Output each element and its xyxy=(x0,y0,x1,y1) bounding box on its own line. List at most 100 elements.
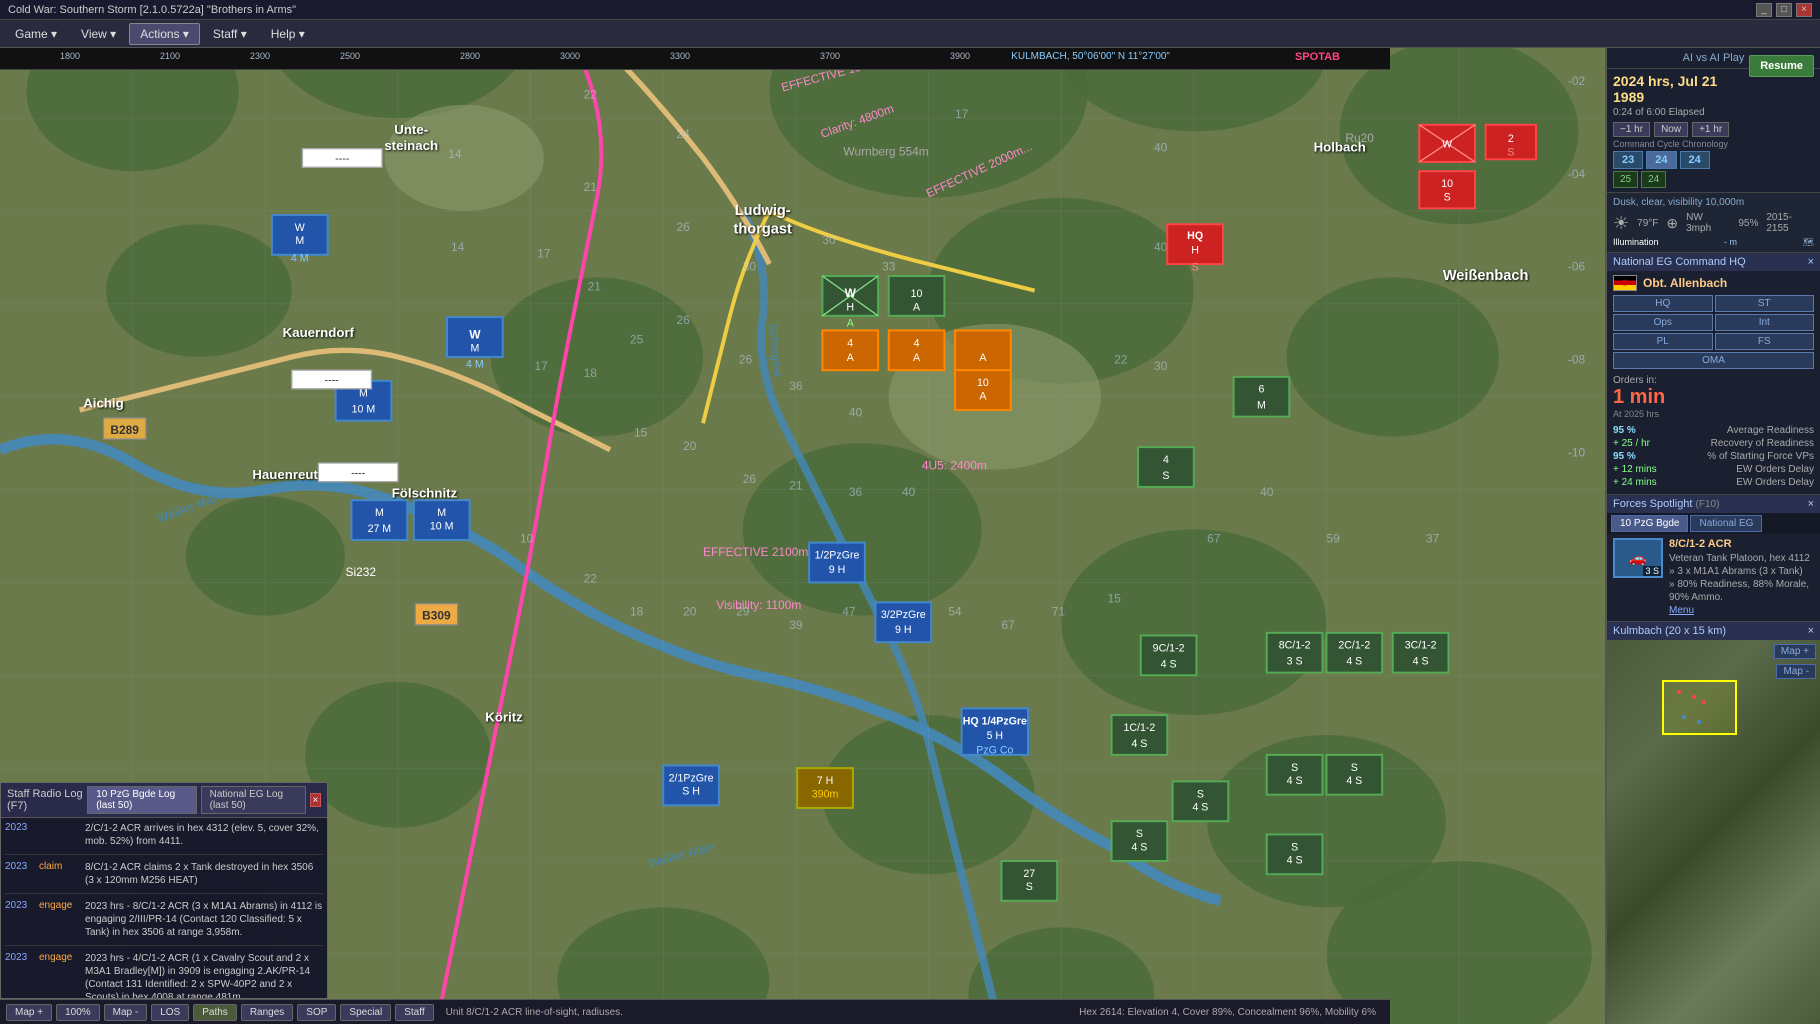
title-bar: Cold War: Southern Storm [2.1.0.5722a] "… xyxy=(0,0,1820,20)
stats-grid: 95 % Average Readiness + 25 / hr Recover… xyxy=(1613,425,1814,488)
zoom-level-button[interactable]: 100% xyxy=(56,1004,100,1021)
svg-text:4U5: 2400m: 4U5: 2400m xyxy=(922,459,987,473)
hq-button[interactable]: HQ xyxy=(1613,295,1713,312)
svg-text:4 S: 4 S xyxy=(1131,738,1147,750)
sun-icon: ☀ xyxy=(1613,213,1629,234)
special-button[interactable]: Special xyxy=(340,1004,391,1021)
svg-text:37: 37 xyxy=(1426,532,1440,546)
cmd-hq-title: National EG Command HQ × xyxy=(1607,253,1820,271)
map-area[interactable]: 1800 2100 2300 2500 2800 3000 3300 3700 … xyxy=(0,48,1605,1024)
unit-info: 8/C/1-2 ACR Veteran Tank Platoon, hex 41… xyxy=(1669,538,1814,617)
log-content[interactable]: 2023 2/C/1-2 ACR arrives in hex 4312 (el… xyxy=(1,818,327,998)
svg-text:S: S xyxy=(1026,881,1033,893)
paths-button[interactable]: Paths xyxy=(193,1004,237,1021)
cycle-24-button[interactable]: 24 xyxy=(1641,171,1666,188)
forces-close[interactable]: × xyxy=(1808,498,1814,510)
minimize-button[interactable]: _ xyxy=(1756,3,1772,17)
svg-text:9C/1-2: 9C/1-2 xyxy=(1153,642,1185,654)
window-title: Cold War: Southern Storm [2.1.0.5722a] "… xyxy=(8,4,296,16)
time-plus-1hr-button[interactable]: +1 hr xyxy=(1692,122,1729,137)
svg-text:W: W xyxy=(1442,138,1452,150)
bottom-toolbar: Map + 100% Map - LOS Paths Ranges SOP Sp… xyxy=(0,999,1390,1024)
svg-text:22: 22 xyxy=(1114,353,1128,367)
ranges-button[interactable]: Ranges xyxy=(241,1004,293,1021)
int-button[interactable]: Int xyxy=(1715,314,1815,331)
fs-button[interactable]: FS xyxy=(1715,333,1815,350)
time-now-button[interactable]: Now xyxy=(1654,122,1688,137)
los-button[interactable]: LOS xyxy=(151,1004,189,1021)
svg-text:EFFECTIVE 2100m...: EFFECTIVE 2100m... xyxy=(703,545,818,559)
tab-brigade[interactable]: 10 PzG Bgde xyxy=(1611,515,1688,532)
svg-text:15: 15 xyxy=(1108,591,1122,605)
svg-text:4 S: 4 S xyxy=(1346,775,1362,787)
tab-national[interactable]: National EG xyxy=(1690,515,1762,532)
staff-log-header: Staff Radio Log (F7) 10 PzG Bgde Log (la… xyxy=(1,783,327,818)
svg-text:33: 33 xyxy=(882,260,896,274)
menu-actions[interactable]: Actions ▾ xyxy=(129,23,200,45)
log-entry: 2023 2/C/1-2 ACR arrives in hex 4312 (el… xyxy=(5,822,323,855)
map-zoom-in-button[interactable]: Map + xyxy=(6,1004,52,1021)
svg-text:Kauerndorf: Kauerndorf xyxy=(283,325,355,340)
readiness-val: 95 % xyxy=(1613,425,1636,436)
hour-23-button[interactable]: 23 xyxy=(1613,151,1643,169)
maximize-button[interactable]: □ xyxy=(1776,3,1792,17)
minimap-close[interactable]: × xyxy=(1808,625,1814,637)
menu-help[interactable]: Help ▾ xyxy=(260,23,316,45)
cycle-25-button[interactable]: 25 xyxy=(1613,171,1638,188)
ops-button[interactable]: Ops xyxy=(1613,314,1713,331)
sop-button[interactable]: SOP xyxy=(297,1004,336,1021)
svg-text:M: M xyxy=(1257,400,1266,412)
minimap-zoom-out-button[interactable]: Map - xyxy=(1776,664,1816,679)
menu-view[interactable]: View ▾ xyxy=(70,23,127,45)
svg-text:22: 22 xyxy=(584,87,598,101)
minimap-viewport[interactable] xyxy=(1662,680,1737,735)
hour-24a-button[interactable]: 24 xyxy=(1646,151,1676,169)
svg-text:Aichig: Aichig xyxy=(83,395,124,410)
oma-button[interactable]: OMA xyxy=(1613,352,1814,369)
forces-tabs: 10 PzG Bgde National EG xyxy=(1607,513,1820,534)
staff-log-close-button[interactable]: × xyxy=(310,793,321,807)
minimap-image[interactable] xyxy=(1607,640,1820,1024)
svg-text:Unte-: Unte- xyxy=(394,122,428,137)
svg-text:Wurnberg 554m: Wurnberg 554m xyxy=(843,144,928,158)
minimap-zoom-in-button[interactable]: Map + xyxy=(1774,644,1816,659)
svg-text:A: A xyxy=(847,352,855,364)
staff-button[interactable]: Staff xyxy=(395,1004,433,1021)
map-toggle-icon[interactable]: 🗺 xyxy=(1803,237,1814,248)
svg-text:-10: -10 xyxy=(1568,445,1586,459)
svg-text:4 S: 4 S xyxy=(1287,855,1303,867)
pl-button[interactable]: PL xyxy=(1613,333,1713,350)
ew-delay-val: + 12 mins xyxy=(1613,464,1657,475)
menu-staff[interactable]: Staff ▾ xyxy=(202,23,258,45)
svg-text:M: M xyxy=(359,388,368,400)
svg-text:steinach: steinach xyxy=(384,138,438,153)
hour-24b-button[interactable]: 24 xyxy=(1680,151,1710,169)
svg-text:4 S: 4 S xyxy=(1413,656,1429,668)
unit-name: 8/C/1-2 ACR xyxy=(1669,538,1814,550)
svg-text:B289: B289 xyxy=(110,423,139,437)
time-minus-1hr-button[interactable]: −1 hr xyxy=(1613,122,1650,137)
svg-text:1/2PzGre: 1/2PzGre xyxy=(815,550,860,562)
log-tab-national[interactable]: National EG Log (last 50) xyxy=(201,786,306,814)
resume-button[interactable]: Resume xyxy=(1749,55,1814,77)
st-button[interactable]: ST xyxy=(1715,295,1815,312)
starting-vp-val: 95 % xyxy=(1613,451,1636,462)
svg-text:17: 17 xyxy=(535,359,549,373)
minimap-container[interactable]: Map + Map - xyxy=(1607,640,1820,1024)
svg-text:10: 10 xyxy=(977,377,989,389)
svg-text:17: 17 xyxy=(537,246,551,260)
log-tab-brigade[interactable]: 10 PzG Bgde Log (last 50) xyxy=(87,786,196,814)
svg-text:W: W xyxy=(845,286,857,300)
unit-menu-link[interactable]: Menu xyxy=(1669,605,1694,616)
command-hq-panel: National EG Command HQ × Obt. Allenbach … xyxy=(1607,253,1820,495)
menu-game[interactable]: Game ▾ xyxy=(4,23,68,45)
svg-text:M: M xyxy=(375,507,384,519)
svg-text:10 M: 10 M xyxy=(352,404,376,416)
ew-delay-label: EW Orders Delay xyxy=(1736,464,1814,475)
svg-text:A: A xyxy=(979,390,987,402)
cmd-hq-close[interactable]: × xyxy=(1808,256,1814,268)
ew-delay-row: + 12 mins EW Orders Delay xyxy=(1613,464,1814,475)
svg-text:Si232: Si232 xyxy=(346,565,377,579)
map-zoom-out-button[interactable]: Map - xyxy=(104,1004,148,1021)
close-button[interactable]: × xyxy=(1796,3,1812,17)
